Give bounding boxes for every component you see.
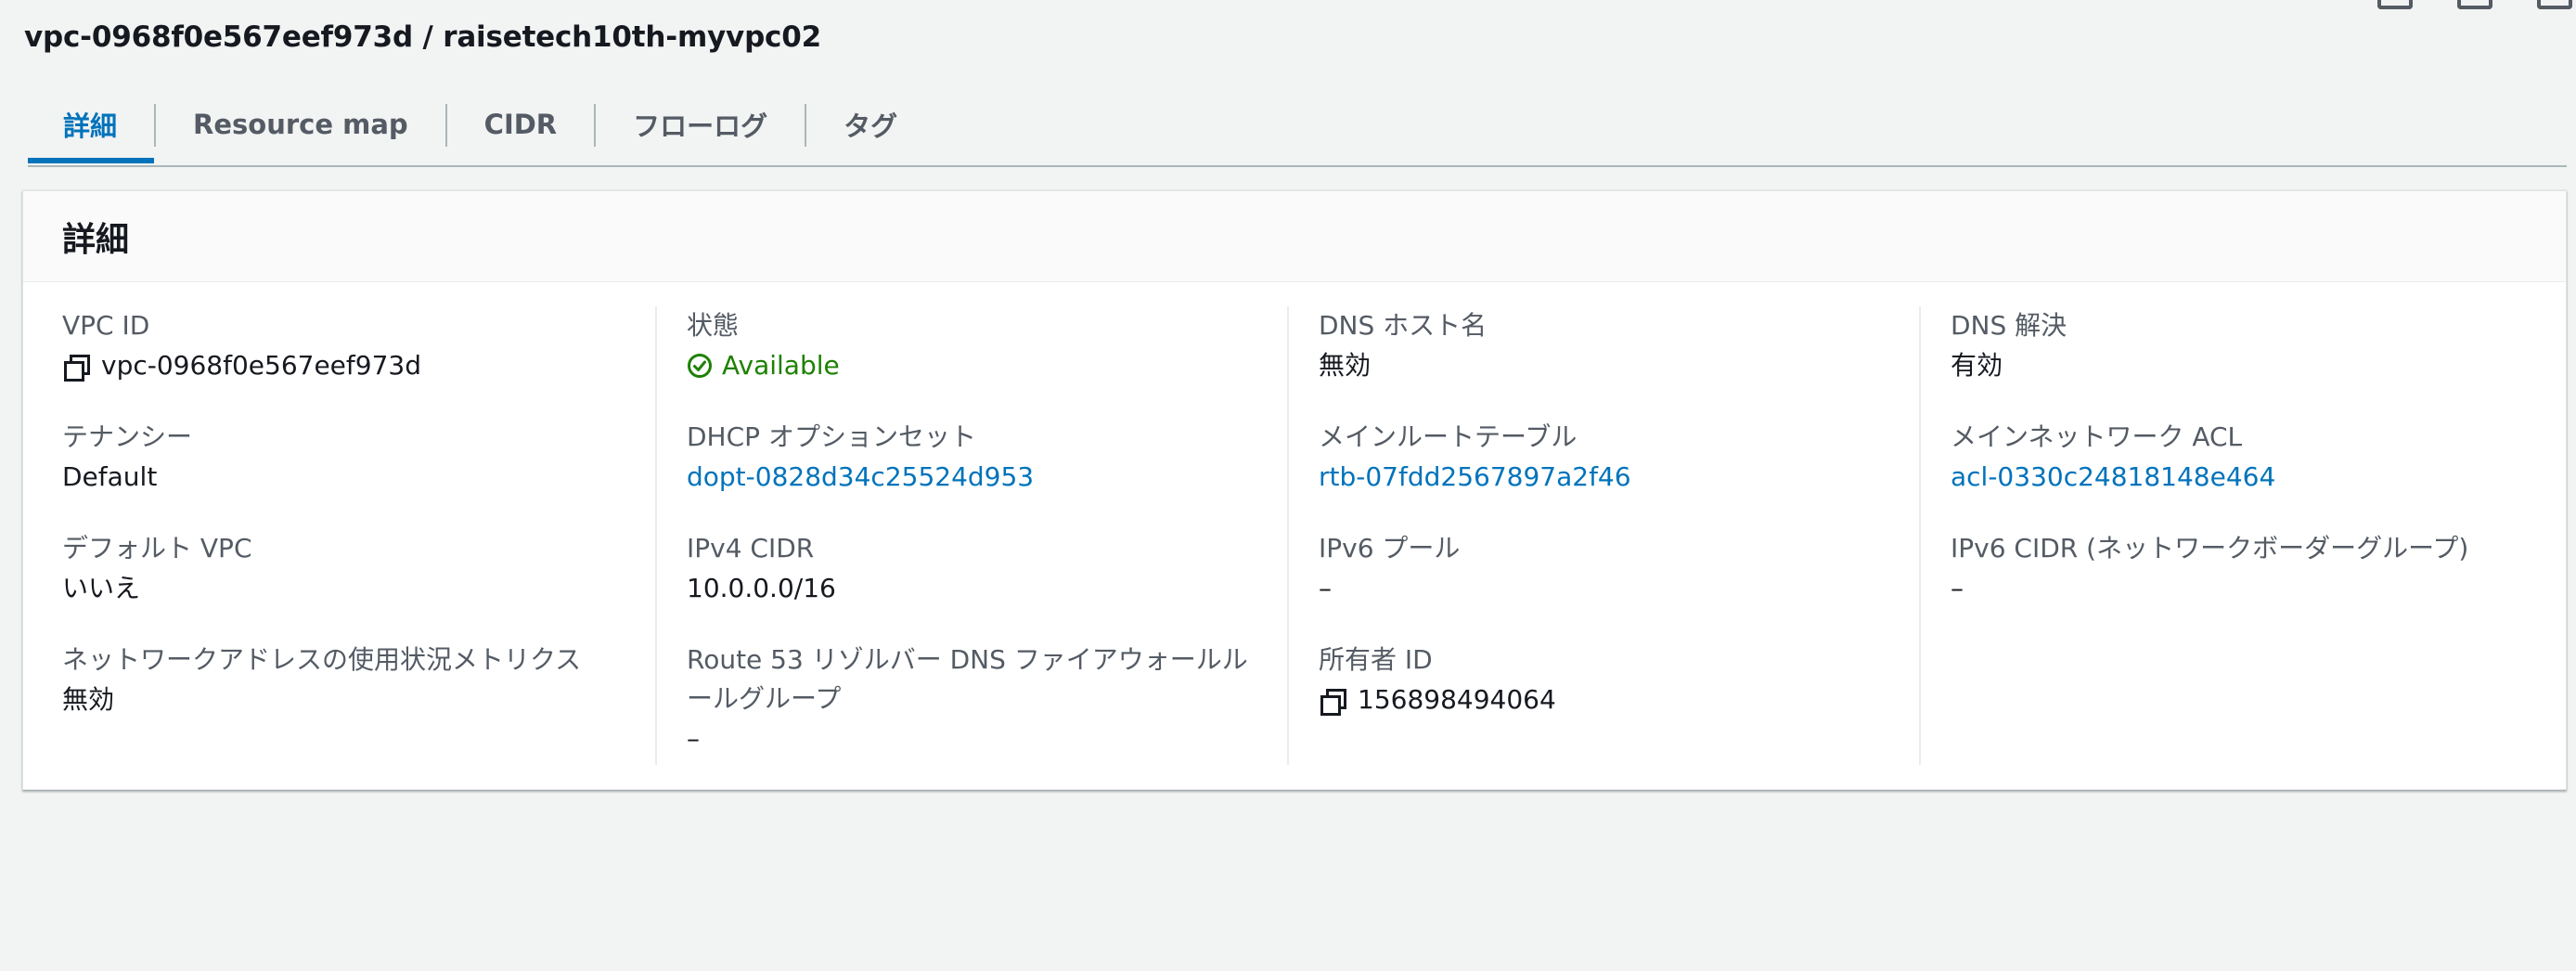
field-label: デフォルト VPC xyxy=(62,533,252,563)
toolbar-icon[interactable] xyxy=(2377,0,2413,9)
field-value: Available xyxy=(687,345,1256,386)
dhcp-options-link[interactable]: dopt-0828d34c25524d953 xyxy=(687,457,1256,498)
details-container: 詳細 VPC ID vpc-0968f0e567eef973d テナンシー De… xyxy=(22,190,2567,790)
field-label: Route 53 リゾルバー DNS ファイアウォールルールグループ xyxy=(687,644,1248,714)
field-owner-id: 所有者 ID 156898494064 xyxy=(1319,641,1887,720)
tab-details[interactable]: 詳細 xyxy=(28,89,155,163)
field-value: 無効 xyxy=(1319,350,1372,381)
field-label: テナンシー xyxy=(62,421,193,452)
field-vpc-id: VPC ID vpc-0968f0e567eef973d xyxy=(62,306,624,418)
field-main-network-acl: メインネットワーク ACL acl-0330c24818148e464 xyxy=(1951,418,2519,529)
field-value: 無効 xyxy=(62,684,115,715)
tab-cidr[interactable]: CIDR xyxy=(447,89,594,160)
top-toolbar xyxy=(2377,0,2576,9)
field-label: メインルートテーブル xyxy=(1319,421,1578,452)
field-value: vpc-0968f0e567eef973d xyxy=(62,345,624,386)
tab-bar: 詳細 Resource map CIDR フローログ タグ xyxy=(28,93,2567,167)
field-value: いいえ xyxy=(62,573,141,603)
field-label: 所有者 ID xyxy=(1319,644,1433,675)
field-ipv6-pool: IPv6 プール – xyxy=(1319,529,1887,641)
details-column-3: DNS ホスト名 無効 メインルートテーブル rtb-07fdd2567897a… xyxy=(1287,306,1919,765)
details-column-4: DNS 解決 有効 メインネットワーク ACL acl-0330c2481814… xyxy=(1919,306,2551,765)
field-dhcp-options: DHCP オプションセット dopt-0828d34c25524d953 xyxy=(687,418,1256,529)
field-tenancy: テナンシー Default xyxy=(62,418,624,529)
field-dns-hostnames: DNS ホスト名 無効 xyxy=(1319,306,1887,418)
copy-icon[interactable] xyxy=(1319,687,1346,716)
field-value: 156898494064 xyxy=(1319,680,1887,720)
field-label: DNS ホスト名 xyxy=(1319,310,1488,341)
field-ipv6-cidr: IPv6 CIDR (ネットワークボーダーグループ) – xyxy=(1951,529,2519,641)
details-title: 詳細 xyxy=(62,220,130,259)
field-value: – xyxy=(687,723,700,754)
field-label: IPv4 CIDR xyxy=(687,533,815,563)
field-label: DNS 解決 xyxy=(1951,310,2067,341)
page-title: vpc-0968f0e567eef973d / raisetech10th-my… xyxy=(24,20,821,54)
tab-flow-logs[interactable]: フローログ xyxy=(596,89,805,160)
details-column-1: VPC ID vpc-0968f0e567eef973d テナンシー Defau… xyxy=(23,306,655,765)
vpc-id-value: vpc-0968f0e567eef973d xyxy=(101,350,421,381)
field-route53-firewall: Route 53 リゾルバー DNS ファイアウォールルールグループ – xyxy=(687,641,1256,759)
details-columns: VPC ID vpc-0968f0e567eef973d テナンシー Defau… xyxy=(23,306,2566,765)
tab-tags[interactable]: タグ xyxy=(806,89,934,160)
owner-id-value: 156898494064 xyxy=(1358,684,1556,715)
field-value: Default xyxy=(62,461,158,492)
field-value: – xyxy=(1319,573,1332,603)
field-value: – xyxy=(1951,573,1964,603)
status-available-icon xyxy=(688,354,712,378)
tab-resource-map[interactable]: Resource map xyxy=(156,89,445,160)
field-dns-resolution: DNS 解決 有効 xyxy=(1951,306,2519,418)
state-value: Available xyxy=(722,350,840,381)
field-main-route-table: メインルートテーブル rtb-07fdd2567897a2f46 xyxy=(1319,418,1887,529)
toolbar-icon[interactable] xyxy=(2457,0,2492,9)
field-state: 状態 Available xyxy=(687,306,1256,418)
field-label: IPv6 プール xyxy=(1319,533,1461,563)
field-label: メインネットワーク ACL xyxy=(1951,421,2243,452)
field-label: IPv6 CIDR (ネットワークボーダーグループ) xyxy=(1951,533,2469,563)
field-default-vpc: デフォルト VPC いいえ xyxy=(62,529,624,641)
field-label: DHCP オプションセット xyxy=(687,421,976,452)
field-network-address-metrics: ネットワークアドレスの使用状況メトリクス 無効 xyxy=(62,641,624,720)
details-header: 詳細 xyxy=(23,191,2566,282)
copy-icon[interactable] xyxy=(62,353,90,382)
toolbar-icon[interactable] xyxy=(2537,0,2572,9)
field-label: ネットワークアドレスの使用状況メトリクス xyxy=(62,644,582,675)
main-route-table-link[interactable]: rtb-07fdd2567897a2f46 xyxy=(1319,457,1887,498)
details-column-2: 状態 Available DHCP オプションセット dopt-0828d34c… xyxy=(655,306,1287,765)
field-ipv4-cidr: IPv4 CIDR 10.0.0.0/16 xyxy=(687,529,1256,641)
field-value: 10.0.0.0/16 xyxy=(687,573,836,603)
main-network-acl-link[interactable]: acl-0330c24818148e464 xyxy=(1951,457,2519,498)
field-label: 状態 xyxy=(687,310,740,341)
field-label: VPC ID xyxy=(62,310,150,341)
field-value: 有効 xyxy=(1951,350,2003,381)
vpc-details-page: vpc-0968f0e567eef973d / raisetech10th-my… xyxy=(0,0,2576,971)
